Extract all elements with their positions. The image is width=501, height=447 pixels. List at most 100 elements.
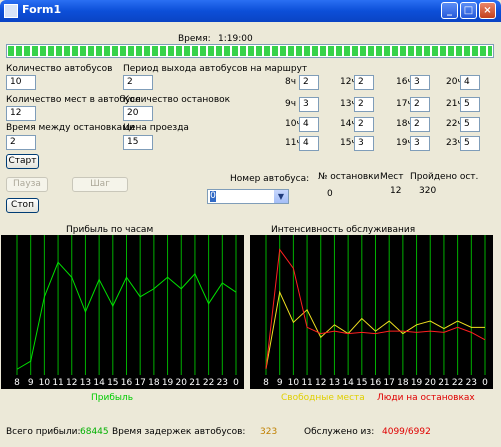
minimize-icon[interactable]: _	[441, 2, 458, 19]
total-profit-label: Всего прибыли:	[6, 427, 81, 437]
progress-fill	[8, 46, 492, 56]
x-tick-label: 23	[466, 378, 477, 388]
x-tick-label: 17	[383, 378, 394, 388]
hour-input[interactable]: 3	[410, 75, 430, 90]
hour-input[interactable]: 2	[354, 117, 374, 132]
x-tick-label: 10	[39, 378, 51, 388]
fare-input[interactable]: 15	[123, 135, 153, 150]
x-tick-label: 12	[66, 378, 77, 388]
x-tick-label: 22	[203, 378, 214, 388]
hour-input[interactable]: 2	[354, 75, 374, 90]
profit-chart-title: Прибыль по часам	[66, 225, 154, 235]
total-profit-value: 68445	[80, 427, 109, 437]
x-tick-label: 0	[233, 378, 239, 388]
x-tick-label: 8	[14, 378, 20, 388]
hour-input[interactable]: 3	[410, 136, 430, 151]
period-label: Период выхода автобусов на маршрут	[123, 64, 308, 74]
stop-button[interactable]: Стоп	[6, 198, 39, 213]
profit-legend: Прибыль	[91, 393, 134, 403]
hour-input[interactable]: 2	[299, 75, 319, 90]
service-chart-title: Интенсивность обслуживания	[271, 225, 416, 235]
time-between-input[interactable]: 2	[6, 135, 36, 150]
title-bar: Form1 _ □ ×	[0, 0, 501, 22]
x-tick-label: 18	[397, 378, 409, 388]
free-seats-legend: Свободные места	[281, 393, 365, 403]
x-tick-label: 23	[217, 378, 228, 388]
people-legend: Люди на остановках	[377, 393, 475, 403]
stops-input[interactable]: 20	[123, 106, 153, 121]
hour-label: 8ч	[285, 77, 297, 87]
period-input[interactable]: 2	[123, 75, 153, 90]
bus-count-label: Количество автобусов	[6, 64, 113, 74]
served-value: 4099/6992	[382, 427, 431, 437]
passed-header: Пройдено ост.	[410, 172, 479, 182]
x-tick-label: 12	[315, 378, 326, 388]
x-tick-label: 11	[301, 378, 312, 388]
step-button[interactable]: Шаг	[72, 177, 128, 192]
x-tick-label: 20	[176, 378, 188, 388]
hour-input[interactable]: 5	[460, 117, 480, 132]
x-tick-label: 11	[52, 378, 63, 388]
profit-chart: 8 9 10 11 12 13 14 15 16 17 18 19 20 21 22 23 0	[1, 235, 244, 389]
x-tick-label: 20	[425, 378, 437, 388]
x-tick-label: 15	[356, 378, 367, 388]
stop-number-value: 0	[327, 189, 333, 199]
delay-label: Время задержек автобусов:	[112, 427, 246, 437]
bus-count-input[interactable]: 10	[6, 75, 36, 90]
hour-input[interactable]: 5	[460, 136, 480, 151]
hour-input[interactable]: 2	[410, 97, 430, 112]
app-icon	[4, 4, 18, 18]
hour-input[interactable]: 4	[460, 75, 480, 90]
x-tick-label: 13	[80, 378, 91, 388]
hour-input[interactable]: 2	[354, 97, 374, 112]
delay-value: 323	[260, 427, 278, 437]
x-tick-label: 0	[482, 378, 488, 388]
x-tick-label: 13	[329, 378, 340, 388]
bus-number-selected: 0	[210, 191, 216, 202]
maximize-icon[interactable]: □	[460, 2, 477, 19]
x-tick-label: 21	[438, 378, 449, 388]
x-tick-label: 19	[162, 378, 174, 388]
bus-number-select[interactable]: 0 ▼	[207, 189, 289, 204]
hour-input[interactable]: 2	[410, 117, 430, 132]
x-tick-label: 18	[148, 378, 160, 388]
passed-value: 320	[419, 186, 437, 196]
x-tick-label: 9	[277, 378, 283, 388]
chevron-down-icon[interactable]: ▼	[274, 190, 288, 203]
hour-input[interactable]: 3	[299, 97, 319, 112]
hour-input[interactable]: 3	[354, 136, 374, 151]
time-value: 1:19:00	[218, 34, 253, 44]
seats-header: Мест	[380, 172, 404, 182]
stop-number-header: № остановки	[318, 172, 380, 182]
hour-input[interactable]: 4	[299, 117, 319, 132]
hour-input[interactable]: 4	[299, 136, 319, 151]
time-between-label: Время между остановками	[6, 123, 135, 133]
x-tick-label: 15	[107, 378, 118, 388]
x-tick-label: 19	[411, 378, 423, 388]
x-tick-label: 14	[342, 378, 354, 388]
x-tick-label: 17	[134, 378, 145, 388]
x-tick-label: 16	[370, 378, 382, 388]
x-tick-label: 16	[121, 378, 133, 388]
pause-button[interactable]: Пауза	[6, 177, 48, 192]
time-label: Время:	[178, 34, 211, 44]
stops-label: Количество остановок	[123, 95, 231, 105]
service-chart: 8 9 10 11 12 13 14 15 16 17 18 19 20 21 22 23 0	[250, 235, 493, 389]
x-tick-label: 8	[263, 378, 269, 388]
bus-number-label: Номер автобуса:	[230, 174, 310, 184]
start-button[interactable]: Старт	[6, 154, 39, 169]
x-tick-label: 22	[452, 378, 463, 388]
x-tick-label: 21	[189, 378, 200, 388]
seats-label: Количество мест в автобусе	[6, 95, 141, 105]
fare-label: Цена проезда	[123, 123, 189, 133]
x-tick-label: 14	[93, 378, 105, 388]
seats-value: 12	[390, 186, 402, 196]
close-icon[interactable]: ×	[479, 2, 496, 19]
hour-label: 9ч	[285, 99, 297, 109]
hour-input[interactable]: 5	[460, 97, 480, 112]
window-title: Form1	[22, 3, 62, 16]
x-tick-label: 10	[288, 378, 300, 388]
seats-input[interactable]: 12	[6, 106, 36, 121]
served-label: Обслужено из:	[304, 427, 375, 437]
x-tick-label: 9	[28, 378, 34, 388]
